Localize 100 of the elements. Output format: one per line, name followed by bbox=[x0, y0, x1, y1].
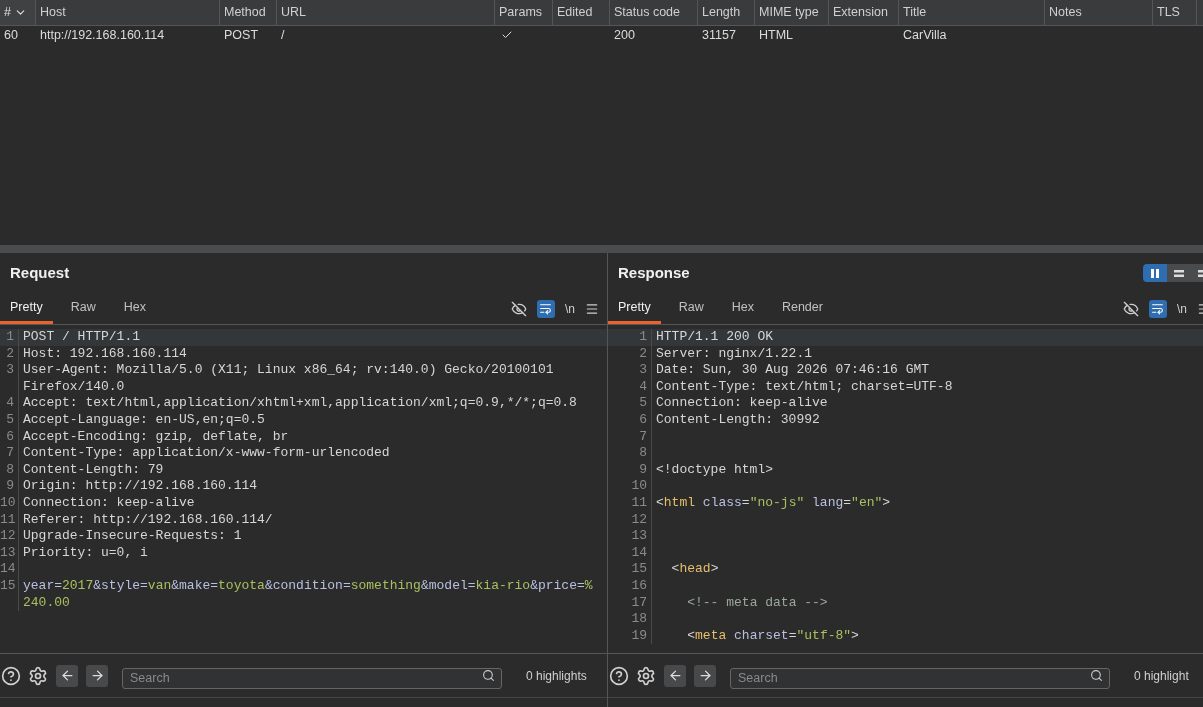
line-number: 12 bbox=[0, 528, 16, 544]
line-number: 7 bbox=[639, 428, 647, 444]
panel-title: Request bbox=[10, 262, 70, 283]
code-line: Upgrade-Insecure-Requests: 1 bbox=[23, 528, 242, 544]
code-line: Content-Length: 79 bbox=[23, 461, 164, 477]
wrap-icon bbox=[539, 302, 553, 315]
line-number: 1 bbox=[639, 329, 647, 344]
code-line: Accept: text/html,application/xhtml+xml,application/xml;q=0.9,*/*;q=0.8 bbox=[23, 395, 577, 411]
line-number: 15 bbox=[631, 561, 647, 577]
code-line: Host: 192.168.160.114 bbox=[23, 345, 187, 361]
help-icon[interactable] bbox=[1, 665, 21, 686]
newline-toggle[interactable]: \n bbox=[565, 299, 575, 318]
column-header[interactable]: TLS bbox=[1153, 0, 1197, 25]
line-number: 12 bbox=[631, 511, 647, 527]
line-number: 5 bbox=[6, 411, 14, 427]
hide-icon[interactable] bbox=[1123, 300, 1139, 317]
column-label: Host bbox=[40, 4, 66, 22]
column-header[interactable]: Extension bbox=[829, 0, 899, 25]
line-number: 10 bbox=[0, 494, 16, 510]
search-field[interactable]: Search bbox=[122, 667, 502, 689]
column-header[interactable]: Length bbox=[698, 0, 755, 25]
highlights-count: 0 highlight bbox=[1134, 667, 1189, 685]
code-line: Referer: http://192.168.160.114/ bbox=[23, 511, 273, 527]
forward-button[interactable] bbox=[86, 664, 108, 687]
column-header[interactable]: Notes bbox=[1045, 0, 1153, 25]
code-line: Content-Type: application/x-www-form-urlencoded bbox=[23, 445, 390, 461]
table-cell: CarVilla bbox=[903, 27, 947, 42]
wrap-toggle[interactable] bbox=[1149, 299, 1167, 318]
back-button[interactable] bbox=[56, 664, 78, 687]
line-number: 14 bbox=[0, 561, 16, 577]
line-number: 8 bbox=[6, 461, 14, 477]
line-number: 13 bbox=[0, 544, 16, 560]
panel-title: Response bbox=[618, 262, 690, 283]
column-header[interactable]: Method bbox=[220, 0, 277, 25]
rows-icon bbox=[1174, 268, 1184, 278]
column-label: Length bbox=[702, 4, 741, 22]
line-number: 8 bbox=[639, 445, 647, 461]
settings-icon[interactable] bbox=[636, 665, 656, 686]
line-number: 9 bbox=[6, 478, 14, 494]
code-line: Connection: keep-alive bbox=[656, 395, 828, 411]
column-header[interactable]: # bbox=[0, 0, 36, 25]
code-line: Origin: http://192.168.160.114 bbox=[23, 478, 258, 494]
line-number: 6 bbox=[639, 411, 647, 427]
column-header[interactable]: Title bbox=[899, 0, 1045, 25]
code-line: Accept-Language: en-US,en;q=0.5 bbox=[23, 411, 265, 427]
column-label: Title bbox=[903, 4, 927, 22]
column-label: Edited bbox=[557, 4, 593, 22]
columns-icon bbox=[1150, 268, 1160, 278]
line-number: 4 bbox=[639, 378, 647, 394]
help-icon[interactable] bbox=[609, 665, 629, 686]
line-number: 1 bbox=[6, 329, 14, 344]
hide-icon[interactable] bbox=[511, 300, 527, 317]
column-label: MIME type bbox=[759, 4, 819, 22]
code-line: <!-- meta data --> bbox=[686, 594, 828, 610]
arrow-right-icon bbox=[89, 668, 105, 683]
search-icon bbox=[482, 669, 495, 682]
code-line: <!doctype html> bbox=[656, 461, 774, 477]
table-cell: 60 bbox=[4, 27, 18, 42]
back-button[interactable] bbox=[664, 664, 686, 687]
line-number: 14 bbox=[631, 544, 647, 560]
column-header[interactable]: Status code bbox=[610, 0, 698, 25]
tab[interactable]: Hex bbox=[113, 293, 156, 324]
line-number: 17 bbox=[631, 594, 647, 610]
column-header[interactable]: MIME type bbox=[755, 0, 829, 25]
code-line: Content-Type: text/html; charset=UTF-8 bbox=[656, 378, 953, 394]
line-number: 15 bbox=[0, 577, 16, 593]
tab[interactable]: Hex bbox=[721, 293, 764, 324]
highlights-count: 0 highlights bbox=[526, 667, 587, 685]
code-line: Accept-Encoding: gzip, deflate, br bbox=[23, 428, 289, 444]
line-number: 5 bbox=[639, 395, 647, 411]
forward-button[interactable] bbox=[694, 664, 716, 687]
line-number: 19 bbox=[631, 627, 647, 643]
code-line: User-Agent: Mozilla/5.0 (X11; Linux x86_64; rv:140.0) Gecko/20100101 Firefox/140.0 bbox=[23, 362, 555, 394]
tab[interactable]: Render bbox=[771, 293, 833, 324]
tab[interactable]: Raw bbox=[668, 293, 714, 324]
search-field[interactable]: Search bbox=[730, 667, 1110, 689]
wrap-icon bbox=[1151, 302, 1165, 315]
table-cell: HTML bbox=[759, 27, 794, 42]
line-number: 7 bbox=[6, 445, 14, 461]
line-number: 4 bbox=[6, 395, 14, 411]
code-line: <meta charset="utf-8"> bbox=[686, 627, 859, 643]
layout-toggle[interactable] bbox=[1143, 264, 1167, 282]
settings-icon[interactable] bbox=[28, 665, 48, 686]
line-number: 2 bbox=[639, 345, 647, 361]
column-header[interactable]: Params bbox=[495, 0, 553, 25]
newline-toggle[interactable]: \n bbox=[1177, 299, 1187, 318]
tab[interactable]: Raw bbox=[60, 293, 106, 324]
layout-toggle[interactable] bbox=[1167, 264, 1191, 282]
splitter-handle[interactable] bbox=[0, 245, 1203, 253]
column-header[interactable]: Edited bbox=[553, 0, 610, 25]
table-cell: POST bbox=[224, 27, 259, 42]
table-cell: 31157 bbox=[702, 27, 736, 42]
line-number: 13 bbox=[631, 528, 647, 544]
wrap-toggle[interactable] bbox=[537, 299, 555, 318]
code-line: Server: nginx/1.22.1 bbox=[656, 345, 813, 361]
code-line: Connection: keep-alive bbox=[23, 494, 195, 510]
column-header[interactable]: URL bbox=[277, 0, 495, 25]
menu-icon[interactable] bbox=[585, 301, 599, 316]
column-header[interactable]: Host bbox=[36, 0, 220, 25]
line-number: 2 bbox=[6, 345, 14, 361]
